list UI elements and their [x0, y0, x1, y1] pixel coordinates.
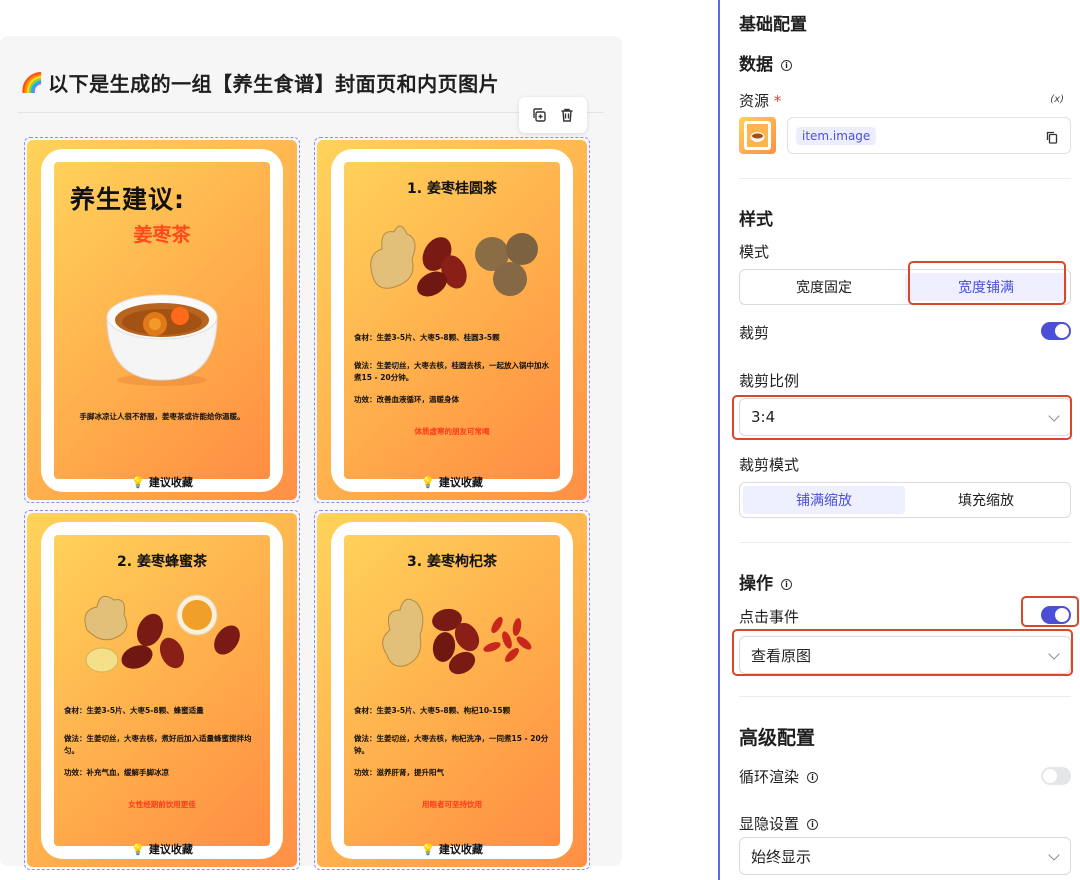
ginger-dates-goji-image: [344, 585, 560, 680]
click-event-select[interactable]: 查看原图: [739, 636, 1071, 674]
recipe-ingredients: 食材：生姜3-5片、大枣5-8颗、枸杞10-15颗: [354, 706, 511, 715]
section-divider: [739, 178, 1071, 179]
recipe-ingredients: 食材：生姜3-5片、大枣5-8颗、桂圆3-5颗: [354, 333, 500, 342]
tea-cup-image: [54, 262, 270, 392]
ginger-dates-longan-image: [344, 214, 560, 304]
save-label-row: 💡 建议收藏: [421, 475, 483, 490]
click-event-label: 点击事件: [739, 608, 800, 626]
info-icon[interactable]: i: [781, 579, 792, 590]
info-icon[interactable]: i: [807, 819, 819, 830]
recipe-method: 做法：生姜切丝，大枣去核，桂圆去核，一起放入锅中加水煮15 - 20分钟。: [354, 361, 549, 382]
cover-title: 养生建议:: [70, 185, 185, 214]
preview-heading: 🌈 以下是生成的一组【养生食谱】封面页和内页图片: [20, 68, 499, 96]
recipe-ingredients: 食材：生姜3-5片、大枣5-8颗、蜂蜜适量: [64, 706, 204, 715]
loop-render-label: 循环渲染 i: [739, 766, 819, 787]
recipe-title: 2. 姜枣蜂蜜茶: [117, 554, 207, 570]
image-tile-recipe-3[interactable]: 3. 姜枣枸杞茶 食材：生姜3-5片、大枣5-8颗、枸杞10-15颗 做法：生姜…: [314, 510, 590, 870]
required-mark: *: [773, 92, 782, 110]
lightbulb-icon: 💡: [421, 842, 435, 856]
recipe-effect: 功效：补充气血，缓解手脚冰凉: [64, 768, 169, 777]
click-event-toggle[interactable]: [1041, 606, 1071, 624]
chevron-down-icon: [1048, 410, 1060, 422]
rainbow-icon: 🌈: [20, 71, 45, 94]
crop-mode-option-contain[interactable]: 填充缩放: [905, 486, 1067, 514]
style-section-title: 样式: [739, 210, 773, 230]
recipe-method: 做法：生姜切丝，大枣去核，煮好后加入适量蜂蜜搅拌均匀。: [64, 734, 252, 755]
preview-area: 🌈 以下是生成的一组【养生食谱】封面页和内页图片 养生建议: 姜枣茶 手脚冰凉让…: [0, 0, 720, 880]
crop-ratio-label: 裁剪比例: [739, 372, 800, 390]
crop-mode-label: 裁剪模式: [739, 456, 800, 474]
image-tile-recipe-2[interactable]: 2. 姜枣蜂蜜茶 食材：生姜3-5片、大枣5-8颗、蜂蜜适量 做法：生姜切丝，大…: [24, 510, 300, 870]
lightbulb-icon: 💡: [131, 475, 145, 489]
crop-mode-option-fill[interactable]: 铺满缩放: [743, 486, 905, 514]
save-label-row: 💡 建议收藏: [421, 842, 483, 857]
cover-description: 手脚冰凉让人很不舒服，姜枣茶或许能给你温暖。: [79, 412, 245, 421]
resource-tag: item.image: [796, 126, 877, 145]
crop-mode-segmented: 铺满缩放 填充缩放: [739, 482, 1071, 518]
copy-icon[interactable]: [1046, 129, 1058, 148]
chevron-down-icon: [1048, 648, 1060, 660]
crop-label: 裁剪: [739, 324, 770, 342]
section-divider: [739, 542, 1071, 543]
resource-field[interactable]: item.image: [787, 117, 1071, 154]
preview-heading-text: 以下是生成的一组【养生食谱】封面页和内页图片: [48, 71, 500, 96]
mode-option-full-width[interactable]: 宽度铺满: [905, 273, 1067, 301]
visibility-select[interactable]: 始终显示: [739, 837, 1071, 875]
recipe-tip: 女性经期前饮用更佳: [128, 800, 196, 809]
image-tile-recipe-1[interactable]: 1. 姜枣桂圆茶 食材：生姜3-5片、大枣5-8颗、桂圆3-5颗 做法：生姜切丝…: [314, 137, 590, 503]
data-section-title: 数据 i: [739, 50, 792, 75]
basic-config-title: 基础配置: [739, 15, 807, 35]
variable-icon[interactable]: (x): [1050, 94, 1064, 105]
loop-render-toggle[interactable]: [1041, 767, 1071, 785]
section-divider: [739, 696, 1071, 697]
save-label-row: 💡 建议收藏: [131, 842, 193, 857]
config-panel: 基础配置 数据 i 资源 * (x) item.image 样式 模式 宽度固定 …: [720, 0, 1080, 880]
trash-icon[interactable]: [556, 104, 578, 126]
copy-icon[interactable]: [528, 104, 550, 126]
ginger-dates-honey-image: [54, 585, 270, 680]
crop-ratio-select[interactable]: 3:4: [739, 398, 1071, 436]
recipe-title: 3. 姜枣枸杞茶: [407, 554, 497, 570]
recipe-effect: 功效：滋养肝肾，提升阳气: [354, 768, 444, 777]
lightbulb-icon: 💡: [421, 475, 435, 489]
info-icon[interactable]: i: [781, 60, 792, 71]
recipe-tip: 体质虚寒的朋友可常喝: [414, 427, 490, 436]
cover-subtitle: 姜枣茶: [133, 224, 191, 246]
mode-option-fixed-width[interactable]: 宽度固定: [743, 273, 905, 301]
info-icon[interactable]: i: [807, 772, 819, 783]
advanced-config-title: 高级配置: [739, 727, 816, 749]
lightbulb-icon: 💡: [131, 842, 145, 856]
heading-divider: [18, 112, 604, 113]
resource-thumbnail[interactable]: [739, 117, 776, 154]
action-section-title: 操作 i: [739, 569, 792, 594]
recipe-tip: 用眼者可坚持饮用: [422, 800, 482, 809]
mode-segmented: 宽度固定 宽度铺满: [739, 269, 1071, 305]
resource-label: 资源 *: [739, 92, 782, 110]
recipe-effect: 功效：改善血液循环，温暖身体: [354, 395, 459, 404]
chevron-down-icon: [1048, 849, 1060, 861]
crop-toggle[interactable]: [1041, 322, 1071, 340]
image-tile-cover[interactable]: 养生建议: 姜枣茶 手脚冰凉让人很不舒服，姜枣茶或许能给你温暖。 💡 建议收藏: [24, 137, 300, 503]
recipe-method: 做法：生姜切丝，大枣去核，枸杞洗净，一同煮15 - 20分钟。: [354, 734, 549, 755]
tile-toolbar: [519, 97, 587, 133]
visibility-label: 显隐设置 i: [739, 813, 819, 834]
mode-label: 模式: [739, 243, 770, 261]
recipe-title: 1. 姜枣桂圆茶: [407, 181, 497, 197]
save-label-row: 💡 建议收藏: [131, 475, 193, 490]
